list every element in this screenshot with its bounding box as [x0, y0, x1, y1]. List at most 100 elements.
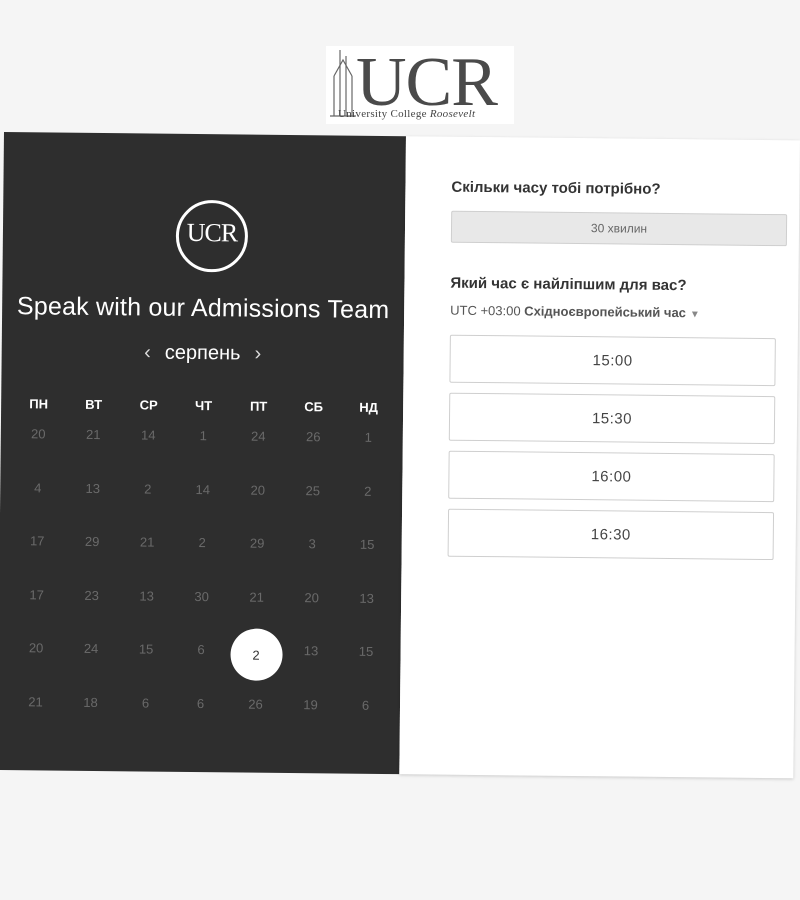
calendar-day-number: 13	[303, 643, 319, 659]
calendar-day-number: 21	[139, 534, 155, 550]
calendar-day-number: 26	[306, 429, 321, 445]
calendar-day[interactable]: 6	[338, 697, 394, 751]
calendar-day-number: 21	[86, 426, 101, 443]
calendar-day[interactable]: 15	[338, 644, 394, 698]
calendar-day-number: 24	[251, 428, 266, 444]
timezone-offset: UTC +03:00	[450, 302, 525, 319]
duration-question: Скільки часу тобі потрібно?	[451, 178, 661, 198]
calendar-day-number: 19	[303, 696, 318, 712]
calendar-day-number: 14	[195, 481, 211, 497]
calendar-day[interactable]: 21	[8, 694, 64, 748]
calendar-day[interactable]: 23	[64, 587, 120, 641]
caret-down-icon: ▼	[689, 309, 700, 321]
calendar-day[interactable]: 3	[284, 536, 340, 590]
time-slot-button[interactable]: 16:30	[447, 508, 775, 561]
calendar-day-number: 2	[364, 483, 372, 499]
chevron-left-icon[interactable]: ‹	[144, 341, 151, 364]
calendar-day-number: 6	[141, 694, 150, 711]
calendar-day[interactable]: 18	[63, 694, 119, 748]
calendar-day[interactable]: 13	[283, 643, 339, 697]
calendar-day-number: 29	[84, 533, 100, 550]
calendar-day-number: 20	[304, 589, 319, 605]
time-slot-list: 15:00 15:30 16:00 16:30	[447, 334, 776, 570]
time-slot-button[interactable]: 15:30	[448, 392, 776, 445]
options-panel: Скільки часу тобі потрібно? 30 хвилин Як…	[399, 136, 800, 779]
calendar-day-number: 29	[249, 535, 265, 551]
calendar-day[interactable]: 6	[173, 642, 229, 696]
calendar-day[interactable]: 15	[118, 641, 174, 695]
calendar-day[interactable]: 21	[65, 427, 121, 481]
chevron-right-icon[interactable]: ›	[254, 343, 261, 366]
calendar-day[interactable]: 21	[119, 534, 175, 588]
weekday-header: ПН ВТ СР ЧТ ПТ СБ НД	[11, 396, 396, 415]
weekday-label: ЧТ	[195, 398, 213, 414]
calendar-day[interactable]: 2	[340, 483, 396, 537]
calendar-day[interactable]: 19	[283, 696, 339, 750]
calendar-day-number: 2	[144, 480, 152, 497]
calendar-day-number: 2	[229, 628, 283, 681]
calendar-day-selected[interactable]: 2	[228, 628, 284, 696]
scheduler-title: Speak with our Admissions Team	[16, 292, 390, 325]
calendar-day[interactable]: 1	[175, 428, 231, 482]
calendar-day-number: 20	[31, 426, 46, 442]
timezone-select[interactable]: UTC +03:00 Східноєвропейський час ▼	[450, 303, 700, 321]
calendar-day[interactable]: 14	[120, 427, 176, 481]
ucr-logo: UCR University College Roosevelt	[326, 44, 514, 124]
calendar-day[interactable]: 17	[9, 587, 65, 641]
calendar-day[interactable]: 29	[64, 534, 120, 588]
weekday-label: ПТ	[249, 398, 268, 414]
time-question: Який час є найліпшим для вас?	[450, 274, 687, 295]
calendar-day-number: 4	[34, 479, 42, 495]
calendar-day-number: 2	[198, 535, 206, 551]
weekday-label: СБ	[304, 399, 324, 415]
calendar-day-number: 3	[308, 536, 316, 552]
calendar-day[interactable]: 14	[175, 481, 231, 535]
calendar-day[interactable]: 20	[8, 640, 64, 694]
calendar-day[interactable]: 13	[65, 480, 121, 534]
calendar-day[interactable]: 26	[228, 696, 284, 750]
calendar-day-number: 18	[83, 694, 98, 710]
weekday-label: ПН	[29, 396, 49, 412]
calendar-day-number: 25	[305, 482, 321, 498]
calendar-day[interactable]: 20	[230, 482, 286, 536]
time-slot-button[interactable]: 15:00	[449, 334, 776, 387]
duration-select[interactable]: 30 хвилин	[450, 210, 788, 247]
month-label: серпень	[164, 341, 241, 365]
calendar-day[interactable]: 20	[10, 426, 66, 480]
calendar-day-number: 1	[364, 429, 373, 445]
calendar-grid: 20 21 14 1 24 26 1 4 13 2 14 20 25 2 17 29 21 2 29 3 15 17 23 1…	[8, 426, 396, 751]
time-slot-button[interactable]: 16:00	[448, 450, 775, 503]
calendar-day[interactable]: 6	[118, 695, 174, 749]
calendar-day[interactable]: 29	[229, 535, 285, 589]
calendar-day[interactable]: 13	[339, 590, 395, 644]
calendar-day[interactable]: 30	[174, 588, 230, 642]
calendar-day[interactable]: 1	[340, 430, 396, 484]
calendar-day[interactable]: 24	[63, 641, 119, 695]
calendar-day-number: 21	[249, 589, 264, 605]
weekday-label: НД	[359, 399, 379, 415]
calendar-day-number: 15	[358, 643, 374, 659]
calendar-day-number: 23	[84, 587, 99, 603]
calendar-day[interactable]: 4	[10, 480, 66, 534]
calendar-day-number: 20	[250, 482, 266, 498]
calendar-day[interactable]: 15	[339, 537, 395, 591]
calendar-day[interactable]: 6	[173, 695, 229, 749]
timezone-name: Східноєвропейський час	[524, 303, 687, 321]
calendar-day[interactable]: 25	[285, 482, 341, 536]
calendar-day[interactable]: 17	[9, 533, 65, 587]
circle-logo: UCR	[175, 199, 249, 273]
calendar-day[interactable]: 20	[284, 589, 340, 643]
calendar-day-number: 1	[199, 428, 208, 444]
calendar-day-number: 26	[248, 696, 263, 712]
calendar-day-number: 17	[29, 586, 44, 602]
calendar-day[interactable]: 13	[119, 588, 175, 642]
calendar-panel: UCR Speak with our Admissions Team ‹ сер…	[0, 132, 406, 775]
calendar-day[interactable]: 26	[285, 429, 341, 483]
calendar-day[interactable]: 24	[230, 428, 286, 482]
calendar-day[interactable]: 2	[174, 535, 230, 589]
calendar-day[interactable]: 2	[120, 481, 176, 535]
weekday-label: ВТ	[85, 396, 103, 413]
weekday-label: СР	[139, 397, 158, 413]
calendar-day-number: 13	[85, 480, 101, 496]
calendar-day-number: 15	[138, 641, 154, 657]
